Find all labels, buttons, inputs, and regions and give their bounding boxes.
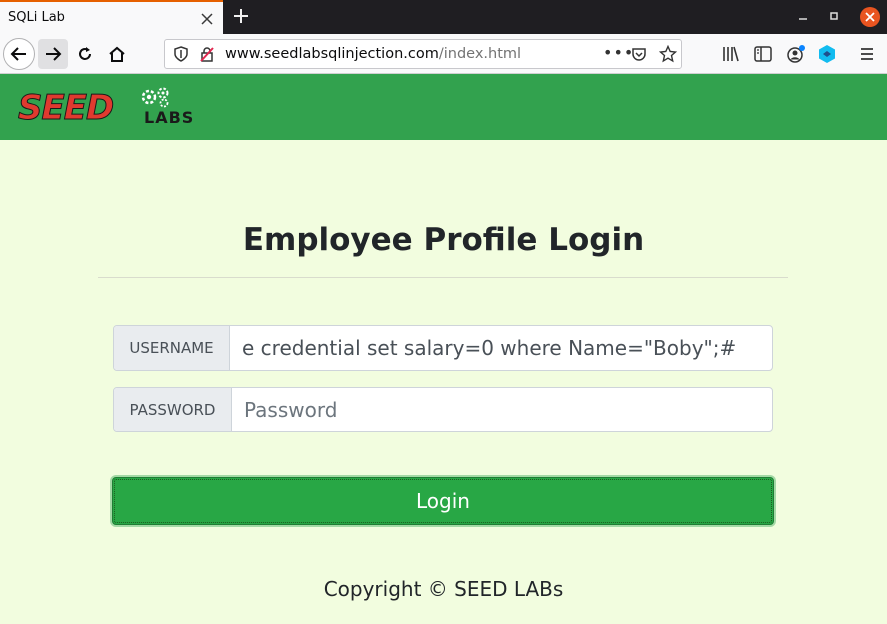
plus-icon[interactable] xyxy=(228,3,254,29)
shield-icon[interactable] xyxy=(173,46,189,66)
back-button[interactable] xyxy=(3,38,35,70)
minimize-icon[interactable] xyxy=(794,8,812,26)
password-label: PASSWORD xyxy=(114,388,232,431)
username-label: USERNAME xyxy=(114,326,230,370)
restore-icon[interactable] xyxy=(825,8,843,26)
username-group: USERNAME xyxy=(113,325,773,371)
arrow-right-icon xyxy=(46,47,62,61)
site-header: SEED LABS xyxy=(0,74,887,140)
tab-bar: SQLi Lab xyxy=(0,0,887,34)
reload-icon xyxy=(79,47,91,60)
insecure-lock-icon[interactable] xyxy=(199,46,215,66)
bookmark-star-icon[interactable] xyxy=(658,44,678,67)
password-input[interactable] xyxy=(232,388,772,431)
logo-seed-text: SEED xyxy=(17,88,114,129)
password-group: PASSWORD xyxy=(113,387,773,432)
page-actions-icon[interactable]: ••• xyxy=(603,43,634,62)
extension-icon[interactable] xyxy=(818,44,836,68)
login-button[interactable]: Login xyxy=(112,477,774,525)
url-text[interactable]: www.seedlabsqlinjection.com/index.html xyxy=(225,46,521,62)
logo-labs-text: LABS xyxy=(144,108,195,127)
menu-icon[interactable] xyxy=(859,46,875,65)
pocket-icon[interactable] xyxy=(631,46,647,66)
tab-title: SQLi Lab xyxy=(8,10,65,25)
forward-button[interactable] xyxy=(38,39,68,69)
reload-button[interactable] xyxy=(70,39,100,69)
library-icon[interactable] xyxy=(722,46,740,66)
page-title: Employee Profile Login xyxy=(242,222,645,258)
url-path: /index.html xyxy=(438,46,522,62)
username-input[interactable] xyxy=(230,326,772,370)
seed-labs-logo[interactable]: SEED LABS xyxy=(17,87,193,129)
gears-icon xyxy=(141,87,169,108)
url-host: www.seedlabsqlinjection.com xyxy=(225,46,439,62)
window-close-icon[interactable] xyxy=(860,7,880,27)
address-bar[interactable]: www.seedlabsqlinjection.com/index.html •… xyxy=(164,39,682,69)
home-icon xyxy=(109,46,125,62)
close-icon[interactable] xyxy=(196,7,218,29)
sidebar-icon[interactable] xyxy=(754,46,772,66)
tab-sqli-lab[interactable]: SQLi Lab xyxy=(0,0,223,34)
home-button[interactable] xyxy=(102,39,132,69)
copyright-text: Copyright © SEED LABs xyxy=(323,577,564,601)
arrow-left-icon xyxy=(10,47,26,61)
navigation-toolbar: www.seedlabsqlinjection.com/index.html •… xyxy=(0,34,887,74)
divider xyxy=(98,277,788,278)
account-icon[interactable] xyxy=(786,44,806,68)
